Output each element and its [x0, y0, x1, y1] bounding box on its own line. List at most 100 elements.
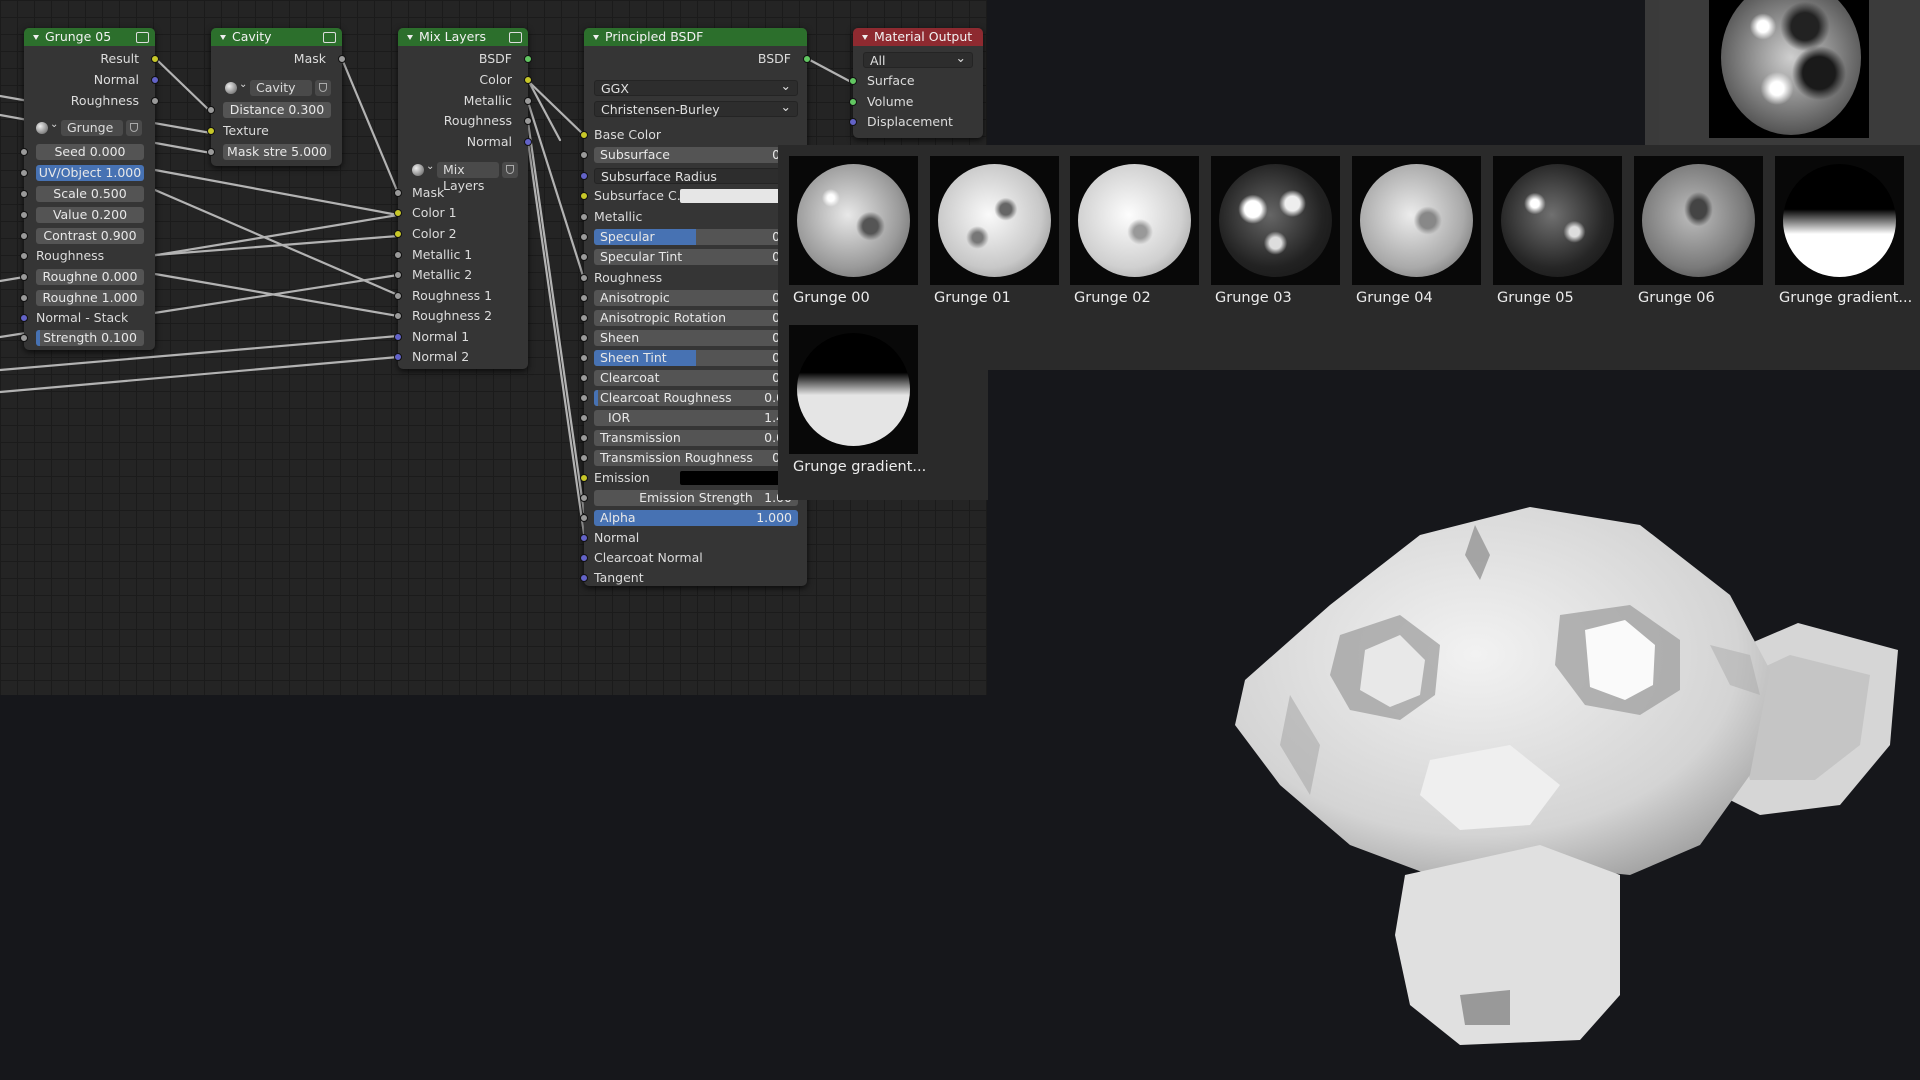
socket-normal1-in[interactable]	[394, 333, 402, 341]
socket-base-color[interactable]	[580, 131, 588, 139]
socket-anisotropic-rotation[interactable]	[580, 314, 588, 322]
socket-subsurface-radius[interactable]	[580, 172, 588, 180]
socket-roughness[interactable]	[151, 97, 159, 105]
asset-thumbnail[interactable]: Grunge 05	[1493, 146, 1622, 310]
socket-normal2-in[interactable]	[394, 353, 402, 361]
field-subsurface[interactable]: Subsurface0.0	[594, 147, 798, 163]
socket-displacement[interactable]	[849, 118, 857, 126]
distribution-dropdown[interactable]: GGX	[594, 78, 798, 96]
field-distance[interactable]: Distance 0.300	[223, 102, 331, 118]
subsurface-radius-field[interactable]: Subsurface Radius	[594, 166, 798, 184]
socket-normal[interactable]	[580, 534, 588, 542]
field-transmission-roughness[interactable]: Transmission Roughness0.0	[594, 450, 798, 466]
socket-strength[interactable]	[20, 334, 28, 342]
field-specular-tint[interactable]: Specular Tint0.0	[594, 249, 798, 265]
image-name[interactable]: Grunge ...	[61, 120, 123, 151]
asset-thumbnail[interactable]: Grunge 04	[1352, 146, 1481, 310]
field-specular[interactable]: Specular0.5	[594, 229, 798, 245]
socket-subsurface[interactable]	[580, 151, 588, 159]
fake-user-shield-icon[interactable]	[502, 162, 518, 178]
socket-tangent[interactable]	[580, 574, 588, 582]
material-output-header[interactable]: Material Output	[853, 28, 983, 46]
socket-uv[interactable]	[20, 169, 28, 177]
asset-thumbnail[interactable]: Grunge 00	[789, 146, 918, 310]
asset-thumbnail[interactable]: Grunge 01	[930, 146, 1059, 310]
principled-bsdf-node[interactable]: Principled BSDF BSDF GGX Christensen-Bur…	[580, 28, 811, 586]
field-clearcoat-roughness[interactable]: Clearcoat Roughness0.03	[594, 390, 798, 406]
field-alpha[interactable]: Alpha 1.000	[594, 510, 798, 526]
socket-anisotropic[interactable]	[580, 294, 588, 302]
cavity-group-name[interactable]: Cavity	[250, 80, 312, 96]
socket-roughness1-in[interactable]	[394, 292, 402, 300]
asset-thumbnail[interactable]: Grunge 03	[1211, 146, 1340, 310]
socket-subsurface-color[interactable]	[580, 192, 588, 200]
field-anisotropic[interactable]: Anisotropic0.0	[594, 290, 798, 306]
socket-surface[interactable]	[849, 77, 857, 85]
socket-clearcoat-normal[interactable]	[580, 554, 588, 562]
socket-roughness-out[interactable]	[524, 117, 532, 125]
mix-group-name[interactable]: Mix Layers	[437, 162, 499, 193]
socket-mask-strength[interactable]	[207, 148, 215, 156]
field-uv-object[interactable]: UV/Object 1.000	[36, 165, 144, 181]
socket-mask-in[interactable]	[394, 189, 402, 197]
mix-header[interactable]: Mix Layers	[398, 28, 528, 46]
field-sheen[interactable]: Sheen0.0	[594, 330, 798, 346]
socket-sheen[interactable]	[580, 334, 588, 342]
socket-seed[interactable]	[20, 148, 28, 156]
grunge05-header[interactable]: Grunge 05	[24, 28, 155, 46]
socket-scale[interactable]	[20, 190, 28, 198]
grunge05-node[interactable]: Grunge 05 Result Normal Roughness ⌄ Grun…	[20, 28, 159, 350]
socket-metallic2-in[interactable]	[394, 271, 402, 279]
cavity-group-selector[interactable]: ⌄ Cavity	[223, 79, 335, 96]
socket-roughness-in[interactable]	[20, 252, 28, 260]
socket-rough-max[interactable]	[20, 294, 28, 302]
mix-layers-node[interactable]: Mix Layers BSDF Color Metallic Roughness…	[394, 28, 532, 369]
subsurface-method-dropdown[interactable]: Christensen-Burley	[594, 99, 798, 117]
field-ior[interactable]: IOR1.45	[594, 410, 798, 426]
mix-group-selector[interactable]: ⌄ Mix Layers	[410, 161, 522, 193]
socket-color1-in[interactable]	[394, 209, 402, 217]
socket-specular[interactable]	[580, 233, 588, 241]
image-selector[interactable]: ⌄ Grunge ...	[34, 119, 146, 151]
socket-ior[interactable]	[580, 414, 588, 422]
material-output-node[interactable]: Material Output All Surface Volume Displ…	[849, 28, 983, 138]
node-tree-icon[interactable]: ⌄	[410, 161, 436, 178]
socket-color2-in[interactable]	[394, 230, 402, 238]
socket-result[interactable]	[151, 55, 159, 63]
socket-sheen-tint[interactable]	[580, 354, 588, 362]
socket-transmission[interactable]	[580, 434, 588, 442]
socket-volume[interactable]	[849, 98, 857, 106]
socket-mask-out[interactable]	[338, 55, 346, 63]
socket-distance[interactable]	[207, 106, 215, 114]
cavity-header[interactable]: Cavity	[211, 28, 342, 46]
asset-thumbnail[interactable]: Grunge 06	[1634, 146, 1763, 310]
field-strength[interactable]: Strength 0.100	[36, 330, 144, 346]
socket-value[interactable]	[20, 211, 28, 219]
socket-normal-stack[interactable]	[20, 314, 28, 322]
field-roughness-min[interactable]: Roughne 0.000	[36, 269, 144, 285]
field-value[interactable]: Value 0.200	[36, 207, 144, 223]
socket-alpha[interactable]	[580, 514, 588, 522]
socket-rough-min[interactable]	[20, 273, 28, 281]
socket-texture[interactable]	[207, 127, 215, 135]
node-tree-icon[interactable]: ⌄	[223, 79, 249, 96]
fake-user-shield-icon[interactable]	[126, 120, 142, 136]
field-clearcoat[interactable]: Clearcoat0.0	[594, 370, 798, 386]
asset-thumbnail[interactable]: Grunge gradient...	[1775, 146, 1912, 310]
asset-thumbnail[interactable]: Grunge 02	[1070, 146, 1199, 310]
socket-metallic1-in[interactable]	[394, 251, 402, 259]
socket-clearcoat-roughness[interactable]	[580, 394, 588, 402]
socket-clearcoat[interactable]	[580, 374, 588, 382]
target-dropdown[interactable]: All	[863, 50, 973, 68]
socket-metallic-out[interactable]	[524, 97, 532, 105]
socket-bsdf-out[interactable]	[524, 55, 532, 63]
image-icon[interactable]: ⌄	[34, 119, 60, 136]
socket-color-out[interactable]	[524, 76, 532, 84]
socket-contrast[interactable]	[20, 232, 28, 240]
field-transmission[interactable]: Transmission0.00	[594, 430, 798, 446]
field-roughness-max[interactable]: Roughne 1.000	[36, 290, 144, 306]
socket-roughness2-in[interactable]	[394, 312, 402, 320]
socket-emission-strength[interactable]	[580, 494, 588, 502]
socket-normal-out[interactable]	[524, 138, 532, 146]
field-scale[interactable]: Scale 0.500	[36, 186, 144, 202]
